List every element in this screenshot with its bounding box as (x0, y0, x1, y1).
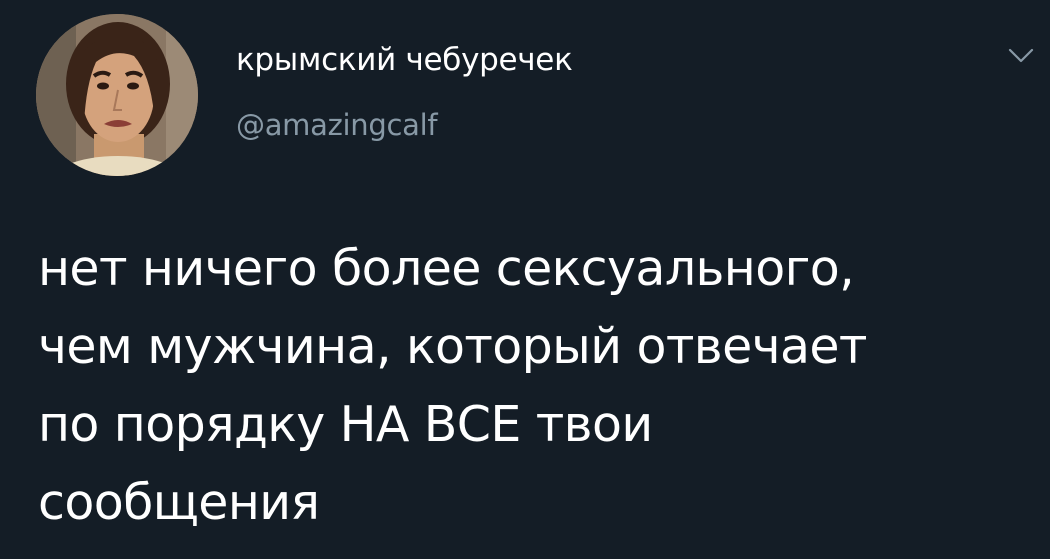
tweet-menu-button[interactable] (1004, 44, 1038, 68)
chevron-down-icon (1008, 48, 1034, 63)
author-display-name[interactable]: крымский чебуречек (236, 42, 573, 78)
profile-photo-icon (36, 14, 198, 176)
tweet-text-line: по порядку НА ВСЕ твои (38, 396, 653, 453)
avatar[interactable] (36, 14, 198, 176)
author-handle[interactable]: @amazingcalf (236, 108, 438, 142)
tweet-text-line: нет ничего более сексуального, (38, 240, 855, 297)
tweet-text-line: чем мужчина, который отвечает (38, 318, 867, 375)
tweet-card: крымский чебуречек @amazingcalf нет ниче… (0, 0, 1050, 559)
tweet-text: нет ничего более сексуального, чем мужчи… (38, 230, 1038, 542)
tweet-text-line: сообщения (38, 474, 320, 531)
